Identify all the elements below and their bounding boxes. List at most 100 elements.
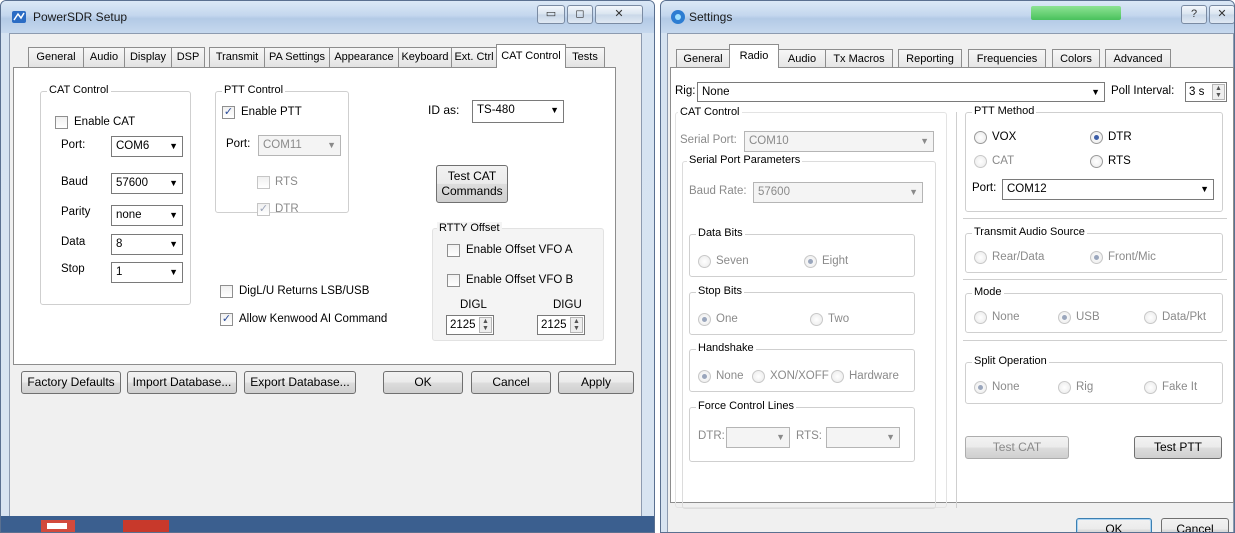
tab-radio[interactable]: Radio (729, 44, 779, 68)
help-button[interactable]: ? (1181, 5, 1207, 24)
digl-spinner[interactable]: 2125 ▲ ▼ (446, 315, 494, 335)
stop-select[interactable]: 1 ▼ (111, 262, 183, 283)
tab-audio[interactable]: Audio (778, 49, 826, 69)
radio-tab-panel: Rig: None ▼ Poll Interval: 3 s ▲ ▼ CAT Cont… (670, 67, 1234, 509)
cancel-button[interactable]: Cancel (471, 371, 551, 394)
tab-general[interactable]: General (676, 49, 730, 69)
split-rig-radio[interactable] (1058, 381, 1071, 394)
tab-keyboard[interactable]: Keyboard (398, 47, 452, 67)
ptt-rts-radio[interactable] (1090, 155, 1103, 168)
test-ptt-button[interactable]: Test PTT (1134, 436, 1222, 459)
serial-port-select[interactable]: COM10 ▼ (744, 131, 934, 152)
powersdr-titlebar[interactable]: PowerSDR Setup ▭ ◻ ✕ (1, 1, 654, 33)
baud-rate-select[interactable]: 57600 ▼ (753, 182, 923, 203)
handshake-xonxoff-radio[interactable] (752, 370, 765, 383)
ok-button[interactable]: OK (1076, 518, 1152, 532)
tab-appearance[interactable]: Appearance (329, 47, 399, 67)
spinner-arrows-icon[interactable]: ▲ ▼ (479, 317, 492, 333)
ptt-dtr-radio[interactable] (1090, 131, 1103, 144)
chevron-down-icon: ▼ (886, 432, 895, 442)
split-none-radio[interactable] (974, 381, 987, 394)
maximize-button[interactable]: ◻ (567, 5, 593, 24)
serial-port-parameters-group: Serial Port Parameters Baud Rate: 57600 ▼… (682, 154, 936, 509)
import-database-button[interactable]: Import Database... (127, 371, 237, 394)
baud-select[interactable]: 57600 ▼ (111, 173, 183, 194)
handshake-hardware-radio[interactable] (831, 370, 844, 383)
digl-u-checkbox[interactable] (220, 285, 233, 298)
tab-pa-settings[interactable]: PA Settings (264, 47, 330, 67)
tab-transmit[interactable]: Transmit (209, 47, 265, 67)
taskbar-app-icon-2[interactable] (121, 518, 171, 533)
enable-cat-checkbox[interactable] (55, 116, 68, 129)
digu-spinner[interactable]: 2125 ▲ ▼ (537, 315, 585, 335)
tab-advanced[interactable]: Advanced (1105, 49, 1171, 69)
enable-offset-vfo-a-label: Enable Offset VFO A (466, 244, 573, 256)
close-button[interactable]: ✕ (1209, 5, 1234, 24)
data-bits-seven-radio[interactable] (698, 255, 711, 268)
dtr-checkbox[interactable]: ✓ (257, 203, 270, 216)
tab-display[interactable]: Display (124, 47, 172, 67)
enable-offset-vfo-b-checkbox[interactable] (447, 274, 460, 287)
tab-tests[interactable]: Tests (565, 47, 605, 67)
chevron-down-icon: ▼ (169, 141, 178, 151)
stop-bits-two-radio[interactable] (810, 313, 823, 326)
digu-value: 2125 (541, 319, 567, 331)
handshake-none-radio[interactable] (698, 370, 711, 383)
ptt-port-select[interactable]: COM11 ▼ (258, 135, 341, 156)
ptt-port-select[interactable]: COM12 ▼ (1002, 179, 1214, 200)
cancel-button[interactable]: Cancel (1161, 518, 1229, 532)
enable-ptt-checkbox[interactable]: ✓ (222, 106, 235, 119)
cat-port-select[interactable]: COM6 ▼ (111, 136, 183, 157)
tab-general[interactable]: General (28, 47, 84, 67)
close-button[interactable]: ✕ (595, 5, 643, 24)
tab-reporting[interactable]: Reporting (898, 49, 962, 69)
ptt-cat-radio[interactable] (974, 155, 987, 168)
tab-frequencies[interactable]: Frequencies (968, 49, 1046, 69)
data-label: Data (61, 236, 86, 248)
taskbar-app-icon[interactable] (41, 518, 81, 533)
tab-colors[interactable]: Colors (1052, 49, 1100, 69)
window-title: Settings (689, 10, 733, 24)
handshake-label: Handshake (696, 342, 756, 354)
poll-interval-spinner[interactable]: 3 s ▲ ▼ (1185, 82, 1227, 102)
spinner-arrows-icon[interactable]: ▲ ▼ (570, 317, 583, 333)
export-database-button[interactable]: Export Database... (244, 371, 356, 394)
dtr-select[interactable]: ▼ (726, 427, 790, 448)
split-operation-group: Split Operation None Rig Fake It (965, 355, 1223, 404)
rts-select[interactable]: ▼ (826, 427, 900, 448)
stop-bits-one-radio[interactable] (698, 313, 711, 326)
settings-titlebar[interactable]: Settings ? ✕ (661, 1, 1234, 33)
tx-front-mic-radio[interactable] (1090, 251, 1103, 264)
mode-data-pkt-label: Data/Pkt (1162, 311, 1207, 323)
spinner-arrows-icon[interactable]: ▲ ▼ (1212, 84, 1225, 100)
tab-cat-control[interactable]: CAT Control (496, 44, 566, 68)
ok-button[interactable]: OK (383, 371, 463, 394)
rts-checkbox[interactable] (257, 176, 270, 189)
data-select[interactable]: 8 ▼ (111, 234, 183, 255)
apply-button[interactable]: Apply (558, 371, 634, 394)
mode-data-pkt-radio[interactable] (1144, 311, 1157, 324)
stop-bits-two-label: Two (828, 313, 850, 325)
minimize-button[interactable]: ▭ (537, 5, 565, 24)
tab-tx-macros[interactable]: Tx Macros (825, 49, 893, 69)
enable-offset-vfo-a-checkbox[interactable] (447, 244, 460, 257)
parity-select[interactable]: none ▼ (111, 205, 183, 226)
split-fake-it-radio[interactable] (1144, 381, 1157, 394)
mode-usb-label: USB (1076, 311, 1100, 323)
tab-audio[interactable]: Audio (83, 47, 125, 67)
ptt-rts-label: RTS (1108, 155, 1131, 167)
tab-dsp[interactable]: DSP (171, 47, 205, 67)
data-bits-eight-radio[interactable] (804, 255, 817, 268)
test-cat-commands-button[interactable]: Test CAT Commands (436, 165, 508, 203)
mode-usb-radio[interactable] (1058, 311, 1071, 324)
id-as-select[interactable]: TS-480 ▼ (472, 100, 564, 123)
mode-none-radio[interactable] (974, 311, 987, 324)
ptt-port-value: COM12 (1007, 183, 1047, 195)
ptt-vox-radio[interactable] (974, 131, 987, 144)
rig-select[interactable]: None ▼ (697, 82, 1105, 102)
tx-rear-data-radio[interactable] (974, 251, 987, 264)
factory-defaults-button[interactable]: Factory Defaults (21, 371, 121, 394)
test-cat-button[interactable]: Test CAT (965, 436, 1069, 459)
kenwood-ai-checkbox[interactable]: ✓ (220, 313, 233, 326)
tab-ext-ctrl[interactable]: Ext. Ctrl (451, 47, 497, 67)
